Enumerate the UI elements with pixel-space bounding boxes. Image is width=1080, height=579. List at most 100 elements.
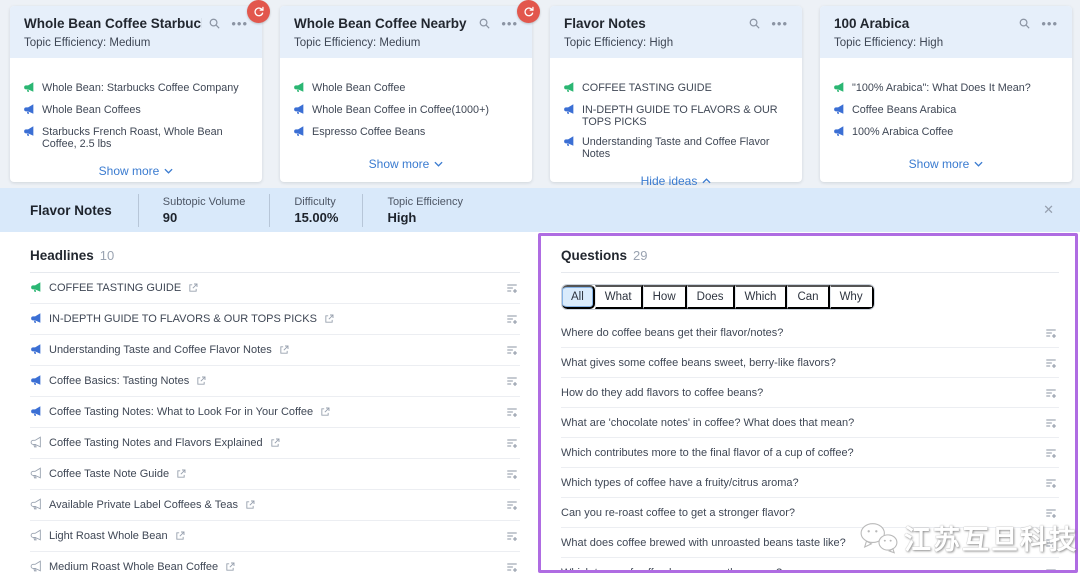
topic-card[interactable]: 100 Arabica ••• Topic Efficiency: High " [820, 6, 1072, 182]
search-icon[interactable] [208, 17, 221, 30]
close-icon[interactable]: ✕ [1039, 198, 1058, 222]
headline-row: IN-DEPTH GUIDE TO FLAVORS & OUR TOPS PIC… [30, 304, 520, 335]
external-link-icon[interactable] [324, 314, 334, 324]
headline-link[interactable]: Available Private Label Coffees & Teas [49, 499, 238, 511]
question-filter-pill[interactable]: Can [787, 285, 829, 309]
add-to-list-icon[interactable] [1043, 505, 1059, 521]
external-link-icon[interactable] [196, 376, 206, 386]
topic-card[interactable]: Whole Bean Coffee Nearby ••• Topic Effic… [280, 6, 532, 182]
external-link-icon[interactable] [175, 531, 185, 541]
add-to-list-icon[interactable] [1043, 475, 1059, 491]
more-options-icon[interactable]: ••• [771, 19, 788, 29]
question-row: Which contributes more to the final flav… [561, 438, 1059, 468]
add-to-list-icon[interactable] [504, 497, 520, 513]
external-link-icon[interactable] [225, 562, 235, 572]
topic-idea-label: Espresso Coffee Beans [312, 126, 425, 138]
megaphone-icon [293, 103, 305, 118]
add-to-list-icon[interactable] [504, 311, 520, 327]
headline-link[interactable]: Coffee Basics: Tasting Notes [49, 375, 189, 387]
headline-link[interactable]: IN-DEPTH GUIDE TO FLAVORS & OUR TOPS PIC… [49, 313, 317, 325]
topic-idea: Whole Bean Coffees [23, 104, 249, 118]
megaphone-icon [563, 103, 575, 118]
topic-idea: Whole Bean Coffee [293, 82, 519, 96]
card-header: 100 Arabica ••• Topic Efficiency: High [820, 6, 1072, 58]
headlines-title: Headlines [30, 248, 94, 263]
question-filter-pill[interactable]: Why [830, 285, 874, 309]
card-title: Flavor Notes [564, 16, 742, 31]
more-options-icon[interactable]: ••• [1041, 19, 1058, 29]
headline-link[interactable]: Understanding Taste and Coffee Flavor No… [49, 344, 272, 356]
add-to-list-icon[interactable] [504, 435, 520, 451]
add-to-list-icon[interactable] [1043, 445, 1059, 461]
topic-efficiency-label: Topic Efficiency: Medium [24, 37, 248, 49]
headline-link[interactable]: Coffee Taste Note Guide [49, 468, 169, 480]
show-more-link[interactable]: Show more [280, 151, 532, 182]
question-row: Which types of coffee have a fruity/citr… [561, 468, 1059, 498]
question-text: What are 'chocolate notes' in coffee? Wh… [561, 417, 854, 429]
show-more-link[interactable]: Show more [820, 151, 1072, 182]
more-options-icon[interactable]: ••• [231, 19, 248, 29]
question-filter-pill[interactable]: All [562, 285, 595, 309]
headline-link[interactable]: COFFEE TASTING GUIDE [49, 282, 181, 294]
headline-link[interactable]: Medium Roast Whole Bean Coffee [49, 561, 218, 573]
external-link-icon[interactable] [176, 469, 186, 479]
detail-panel: Headlines 10 COFFEE TASTING GUIDE [0, 232, 1080, 579]
megaphone-icon [30, 281, 42, 296]
search-icon[interactable] [478, 17, 491, 30]
headline-link[interactable]: Light Roast Whole Bean [49, 530, 168, 542]
headline-row: Medium Roast Whole Bean Coffee [30, 552, 520, 579]
question-text: Where do coffee beans get their flavor/n… [561, 327, 783, 339]
search-icon[interactable] [748, 17, 761, 30]
topic-efficiency-label: Topic Efficiency: High [564, 37, 788, 49]
add-to-list-icon[interactable] [1043, 535, 1059, 551]
topic-idea: IN-DEPTH GUIDE TO FLAVORS & OUR TOPS PIC… [563, 104, 789, 128]
show-more-link[interactable]: Show more [10, 158, 262, 189]
add-to-list-icon[interactable] [504, 280, 520, 296]
show-more-link[interactable]: Hide ideas [550, 168, 802, 199]
headline-row: Coffee Tasting Notes and Flavors Explain… [30, 428, 520, 459]
headlines-list: COFFEE TASTING GUIDE IN-DEPTH GUIDE TO F… [30, 273, 520, 579]
topic-idea: Understanding Taste and Coffee Flavor No… [563, 136, 789, 160]
add-to-list-icon[interactable] [1043, 325, 1059, 341]
search-icon[interactable] [1018, 17, 1031, 30]
add-to-list-icon[interactable] [504, 466, 520, 482]
megaphone-icon [293, 125, 305, 140]
megaphone-icon [293, 81, 305, 96]
topic-idea-label: Understanding Taste and Coffee Flavor No… [582, 136, 789, 160]
chevron-down-icon [164, 168, 173, 174]
external-link-icon[interactable] [245, 500, 255, 510]
topic-idea: Coffee Beans Arabica [833, 104, 1059, 118]
topic-idea: Whole Bean: Starbucks Coffee Company [23, 82, 249, 96]
add-to-list-icon[interactable] [1043, 565, 1059, 574]
refresh-badge-icon[interactable] [517, 0, 540, 23]
external-link-icon[interactable] [270, 438, 280, 448]
question-row: Where do coffee beans get their flavor/n… [561, 318, 1059, 348]
add-to-list-icon[interactable] [1043, 385, 1059, 401]
add-to-list-icon[interactable] [504, 373, 520, 389]
add-to-list-icon[interactable] [504, 528, 520, 544]
add-to-list-icon[interactable] [1043, 415, 1059, 431]
add-to-list-icon[interactable] [1043, 355, 1059, 371]
more-options-icon[interactable]: ••• [501, 19, 518, 29]
external-link-icon[interactable] [188, 283, 198, 293]
add-to-list-icon[interactable] [504, 404, 520, 420]
headline-row: Light Roast Whole Bean [30, 521, 520, 552]
external-link-icon[interactable] [320, 407, 330, 417]
headline-link[interactable]: Coffee Tasting Notes: What to Look For i… [49, 406, 313, 418]
topic-card[interactable]: Flavor Notes ••• Topic Efficiency: High [550, 6, 802, 182]
question-filter-pill[interactable]: How [643, 285, 687, 309]
question-row: What are 'chocolate notes' in coffee? Wh… [561, 408, 1059, 438]
add-to-list-icon[interactable] [504, 342, 520, 358]
headline-link[interactable]: Coffee Tasting Notes and Flavors Explain… [49, 437, 263, 449]
refresh-badge-icon[interactable] [247, 0, 270, 23]
topic-idea-label: "100% Arabica": What Does It Mean? [852, 82, 1031, 94]
headlines-panel: Headlines 10 COFFEE TASTING GUIDE [0, 232, 534, 579]
question-filter-pill[interactable]: Which [735, 285, 788, 309]
megaphone-icon [23, 125, 35, 140]
question-filter-pill[interactable]: Does [687, 285, 735, 309]
topic-card[interactable]: Whole Bean Coffee Starbucks ••• Topic Ef… [10, 6, 262, 182]
add-to-list-icon[interactable] [504, 559, 520, 575]
external-link-icon[interactable] [279, 345, 289, 355]
question-filter-pill[interactable]: What [595, 285, 643, 309]
topic-idea-label: COFFEE TASTING GUIDE [582, 82, 712, 94]
